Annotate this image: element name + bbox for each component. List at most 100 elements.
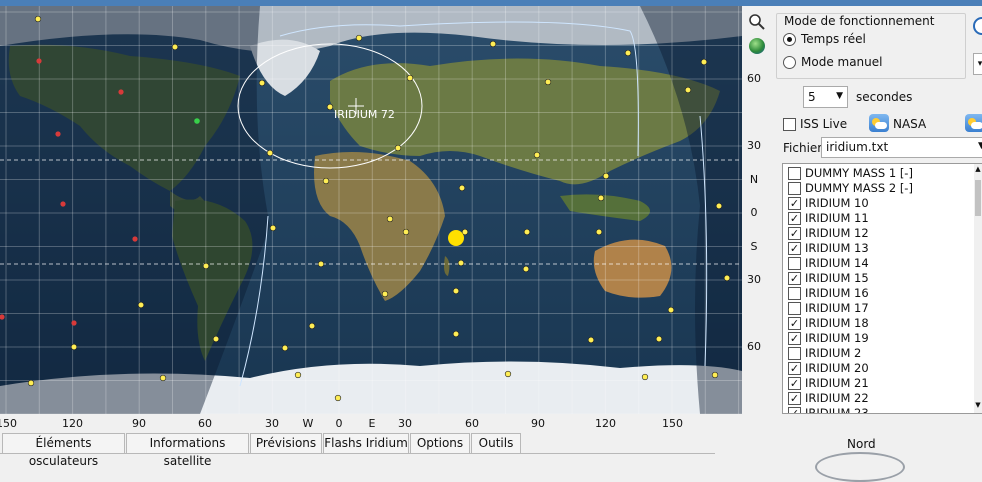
iss-live-checkbox[interactable] [783, 118, 796, 131]
weather-icon-2[interactable] [965, 114, 982, 132]
manual-mode-label[interactable]: Mode manuel [801, 55, 882, 69]
list-item[interactable]: ✓ IRIDIUM 19 [783, 331, 979, 346]
satellite-marker[interactable] [597, 194, 605, 202]
manual-mode-radio[interactable] [783, 56, 796, 69]
satellite-marker[interactable] [402, 228, 410, 236]
satellite-checkbox[interactable] [788, 182, 801, 195]
tab-options[interactable]: Options [410, 433, 470, 453]
tab-tools[interactable]: Outils [471, 433, 521, 453]
list-item[interactable]: ✓ IRIDIUM 10 [783, 196, 979, 211]
satellite-marker[interactable] [723, 274, 731, 282]
satellite-marker[interactable] [522, 265, 530, 273]
satellite-marker[interactable] [137, 301, 145, 309]
realtime-label[interactable]: Temps réel [801, 32, 866, 46]
satellite-checkbox[interactable]: ✓ [788, 377, 801, 390]
satellite-marker[interactable] [269, 224, 277, 232]
satellite-checkbox[interactable]: ✓ [788, 392, 801, 405]
list-item[interactable]: IRIDIUM 17 [783, 301, 979, 316]
satellite-marker[interactable] [202, 262, 210, 270]
satellite-list[interactable]: DUMMY MASS 1 [-] DUMMY MASS 2 [-] ✓ IRIDIUM… [782, 163, 982, 414]
satellite-checkbox[interactable]: ✓ [788, 407, 801, 413]
tab-forecasts[interactable]: Prévisions [250, 433, 322, 453]
interval-select[interactable]: 5 ▼ [803, 86, 848, 108]
list-item[interactable]: ✓ IRIDIUM 12 [783, 226, 979, 241]
scroll-up-icon[interactable]: ▲ [974, 165, 982, 175]
satellite-marker[interactable] [461, 228, 469, 236]
satellite-marker[interactable] [489, 40, 497, 48]
satellite-marker[interactable] [322, 177, 330, 185]
list-item[interactable]: ✓ IRIDIUM 21 [783, 376, 979, 391]
satellite-marker[interactable] [27, 379, 35, 387]
satellite-marker[interactable] [641, 373, 649, 381]
satellite-marker[interactable] [700, 58, 708, 66]
list-item[interactable]: ✓ IRIDIUM 22 [783, 391, 979, 406]
satellite-marker[interactable] [655, 335, 663, 343]
satellite-checkbox[interactable]: ✓ [788, 227, 801, 240]
satellite-marker[interactable] [381, 290, 389, 298]
satellite-checkbox[interactable]: ✓ [788, 212, 801, 225]
realtime-radio[interactable] [783, 33, 796, 46]
satellite-checkbox[interactable] [788, 347, 801, 360]
iss-live-label[interactable]: ISS Live [800, 117, 847, 131]
satellite-marker[interactable] [212, 335, 220, 343]
world-map[interactable]: IRIDIUM 72 [0, 6, 742, 414]
satellite-marker[interactable] [70, 343, 78, 351]
satellite-marker[interactable] [355, 34, 363, 42]
satellite-checkbox[interactable]: ✓ [788, 242, 801, 255]
tab-iridium-flashes[interactable]: Flashs Iridium [323, 433, 409, 453]
satellite-marker[interactable] [294, 371, 302, 379]
satellite-marker[interactable] [595, 228, 603, 236]
satellite-marker[interactable] [171, 43, 179, 51]
satellite-checkbox[interactable]: ✓ [788, 197, 801, 210]
satellite-checkbox[interactable]: ✓ [788, 362, 801, 375]
nasa-label[interactable]: NASA [893, 117, 926, 131]
scrollbar-thumb[interactable] [975, 180, 981, 216]
satellite-marker[interactable] [523, 228, 531, 236]
list-item[interactable]: IRIDIUM 14 [783, 256, 979, 271]
satellite-marker[interactable] [266, 149, 274, 157]
side-dropdown[interactable]: ▾ [973, 53, 982, 75]
satellite-checkbox[interactable] [788, 302, 801, 315]
satellite-marker[interactable] [326, 103, 334, 111]
satellite-marker[interactable] [334, 394, 342, 402]
satellite-marker[interactable] [544, 78, 552, 86]
satellite-marker[interactable] [281, 344, 289, 352]
satellite-marker[interactable] [386, 215, 394, 223]
satellite-marker[interactable] [452, 330, 460, 338]
list-item[interactable]: IRIDIUM 16 [783, 286, 979, 301]
file-select[interactable]: iridium.txt ▼ [821, 137, 982, 158]
satellite-checkbox[interactable]: ✓ [788, 317, 801, 330]
satellite-marker[interactable] [624, 49, 632, 57]
satellite-marker[interactable] [715, 202, 723, 210]
satellite-checkbox[interactable] [788, 287, 801, 300]
satellite-marker[interactable] [602, 172, 610, 180]
list-item[interactable]: IRIDIUM 2 [783, 346, 979, 361]
help-button[interactable] [973, 17, 982, 35]
list-item[interactable]: ✓ IRIDIUM 13 [783, 241, 979, 256]
satellite-marker[interactable] [452, 287, 460, 295]
satellite-marker[interactable] [258, 79, 266, 87]
satellite-marker[interactable] [458, 184, 466, 192]
list-item[interactable]: ✓ IRIDIUM 18 [783, 316, 979, 331]
satellite-checkbox[interactable]: ✓ [788, 272, 801, 285]
satellite-checkbox[interactable] [788, 257, 801, 270]
list-item[interactable]: ✓ IRIDIUM 15 [783, 271, 979, 286]
world-map-canvas[interactable]: IRIDIUM 72 [0, 6, 742, 414]
tab-osculating-elements[interactable]: Éléments osculateurs [2, 433, 125, 468]
satellite-marker[interactable] [457, 259, 465, 267]
satellite-marker[interactable] [406, 74, 414, 82]
satellite-marker[interactable] [308, 322, 316, 330]
satellite-checkbox[interactable] [788, 167, 801, 180]
zoom-icon[interactable] [748, 13, 766, 31]
satellite-marker[interactable] [34, 15, 42, 23]
list-item[interactable]: ✓ IRIDIUM 20 [783, 361, 979, 376]
satellite-checkbox[interactable]: ✓ [788, 332, 801, 345]
list-item[interactable]: DUMMY MASS 2 [-] [783, 181, 979, 196]
satellite-marker[interactable] [317, 260, 325, 268]
satellite-marker[interactable] [394, 144, 402, 152]
list-item[interactable]: DUMMY MASS 1 [-] [783, 166, 979, 181]
list-item[interactable]: ✓ IRIDIUM 23 [783, 406, 979, 413]
satellite-marker[interactable] [684, 86, 692, 94]
tab-satellite-info[interactable]: Informations satellite [126, 433, 249, 468]
satellite-marker[interactable] [504, 370, 512, 378]
